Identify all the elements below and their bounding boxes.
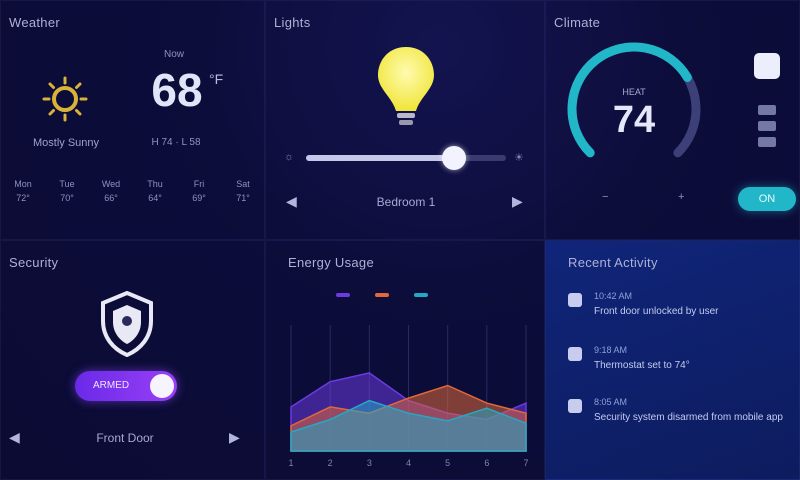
security-title: Security: [9, 255, 59, 270]
activity-time: 9:18 AM: [594, 345, 628, 355]
mode-label: HEAT: [622, 87, 646, 97]
brightness-slider[interactable]: [306, 146, 506, 170]
brightness-knob[interactable]: [442, 146, 466, 170]
energy-area-chart: 1 2 3 4 5 6 7: [288, 325, 529, 468]
x-tick-label: 1: [288, 458, 293, 468]
forecast-day: Sat 71°: [221, 177, 264, 205]
brightness-max-icon: ☀: [514, 152, 524, 164]
arm-toggle-label: ARMED: [93, 380, 130, 391]
forecast-day-temp: 66°: [104, 193, 118, 203]
weather-panel: Weather Mostly Sunny Now 68 °F H 74 · L …: [0, 0, 265, 240]
forecast-day: Mon 72°: [1, 177, 45, 205]
x-tick-label: 7: [523, 458, 528, 468]
fan-icon[interactable]: [754, 53, 780, 79]
security-panel: Security ARMED ◀ Front Door ▶: [0, 240, 265, 480]
mode-option[interactable]: [758, 121, 776, 131]
mode-option[interactable]: [758, 105, 776, 115]
security-zone: Front Door: [96, 431, 154, 445]
legend-item: [336, 293, 355, 297]
temperature-setpoint: 74: [612, 99, 656, 141]
now-label: Now: [163, 49, 184, 60]
forecast-day-name: Fri: [193, 179, 205, 189]
decrease-temp-button[interactable]: −: [602, 191, 608, 203]
forecast-day-temp: 64°: [148, 193, 162, 203]
activity-time: 8:05 AM: [594, 397, 628, 407]
energy-title: Energy Usage: [288, 255, 374, 270]
mode-selector[interactable]: [758, 105, 776, 147]
activity-text: Security system disarmed from mobile app: [594, 412, 783, 423]
forecast-day: Tue 70°: [45, 177, 89, 205]
x-tick-label: 5: [445, 458, 450, 468]
forecast-row: Mon 72° Tue 70° Wed 66° Thu 64° Fri 69° Sat 71…: [1, 177, 264, 205]
forecast-day-temp: 70°: [60, 193, 74, 203]
weather-title: Weather: [9, 15, 60, 30]
high-low: H 74 · L 58: [151, 137, 201, 148]
legend-swatch: [375, 293, 389, 297]
brightness-fill: [306, 155, 454, 161]
chevron-right-icon[interactable]: ▶: [229, 429, 240, 446]
activity-icon: [568, 399, 582, 413]
x-tick-label: 2: [328, 458, 333, 468]
climate-title: Climate: [554, 15, 601, 30]
weather-condition: Mostly Sunny: [32, 137, 100, 149]
activity-icon: [568, 347, 582, 361]
lights-panel: Lights ☼ ☀ ◀ Bedroom 1 ▶: [265, 0, 545, 240]
room-name: Bedroom 1: [376, 195, 436, 209]
legend-swatch: [336, 293, 350, 297]
current-temperature: 68: [151, 64, 203, 116]
x-tick-label: 3: [367, 458, 372, 468]
brightness-min-icon: ☼: [284, 151, 295, 163]
light-bulb-icon[interactable]: [376, 45, 436, 129]
chevron-left-icon[interactable]: ◀: [286, 193, 297, 210]
climate-panel: Climate HEAT 74 − + ON: [545, 0, 800, 240]
chevron-left-icon[interactable]: ◀: [9, 429, 20, 446]
x-tick-label: 4: [406, 458, 411, 468]
legend-swatch: [414, 293, 428, 297]
activity-icon: [568, 293, 582, 307]
x-tick-label: 6: [484, 458, 489, 468]
climate-power-button[interactable]: ON: [738, 187, 796, 211]
forecast-day: Wed 66°: [89, 177, 133, 205]
chart-legend: [336, 293, 516, 297]
smart-home-dashboard: Weather Mostly Sunny Now 68 °F H 74 · L …: [0, 0, 800, 480]
forecast-day-temp: 71°: [236, 193, 250, 203]
activity-text: Thermostat set to 74°: [594, 360, 690, 371]
activity-panel: Recent Activity 10:42 AM Front door unlo…: [545, 240, 800, 480]
sun-icon: [42, 76, 88, 122]
forecast-day: Fri 69°: [177, 177, 221, 205]
activity-title: Recent Activity: [568, 255, 658, 270]
forecast-day-name: Mon: [14, 179, 32, 189]
mode-option[interactable]: [758, 137, 776, 147]
toggle-knob: [150, 374, 174, 398]
forecast-day-name: Tue: [59, 179, 75, 189]
legend-item: [414, 293, 433, 297]
forecast-day: Thu 64°: [133, 177, 177, 205]
forecast-day-temp: 72°: [16, 193, 30, 203]
temperature-unit: °F: [209, 71, 224, 87]
activity-time: 10:42 AM: [594, 291, 633, 301]
activity-text: Front door unlocked by user: [594, 306, 719, 317]
forecast-day-name: Wed: [101, 179, 121, 189]
lights-title: Lights: [274, 15, 311, 30]
forecast-day-temp: 69°: [192, 193, 206, 203]
increase-temp-button[interactable]: +: [678, 191, 684, 203]
forecast-day-name: Thu: [147, 179, 163, 189]
forecast-day-name: Sat: [236, 179, 250, 189]
shield-icon: [101, 291, 153, 357]
arm-toggle[interactable]: ARMED: [75, 371, 177, 401]
energy-panel: Energy Usage 1 2 3 4 5 6 7: [265, 240, 545, 480]
legend-item: [375, 293, 394, 297]
chevron-right-icon[interactable]: ▶: [512, 193, 523, 210]
